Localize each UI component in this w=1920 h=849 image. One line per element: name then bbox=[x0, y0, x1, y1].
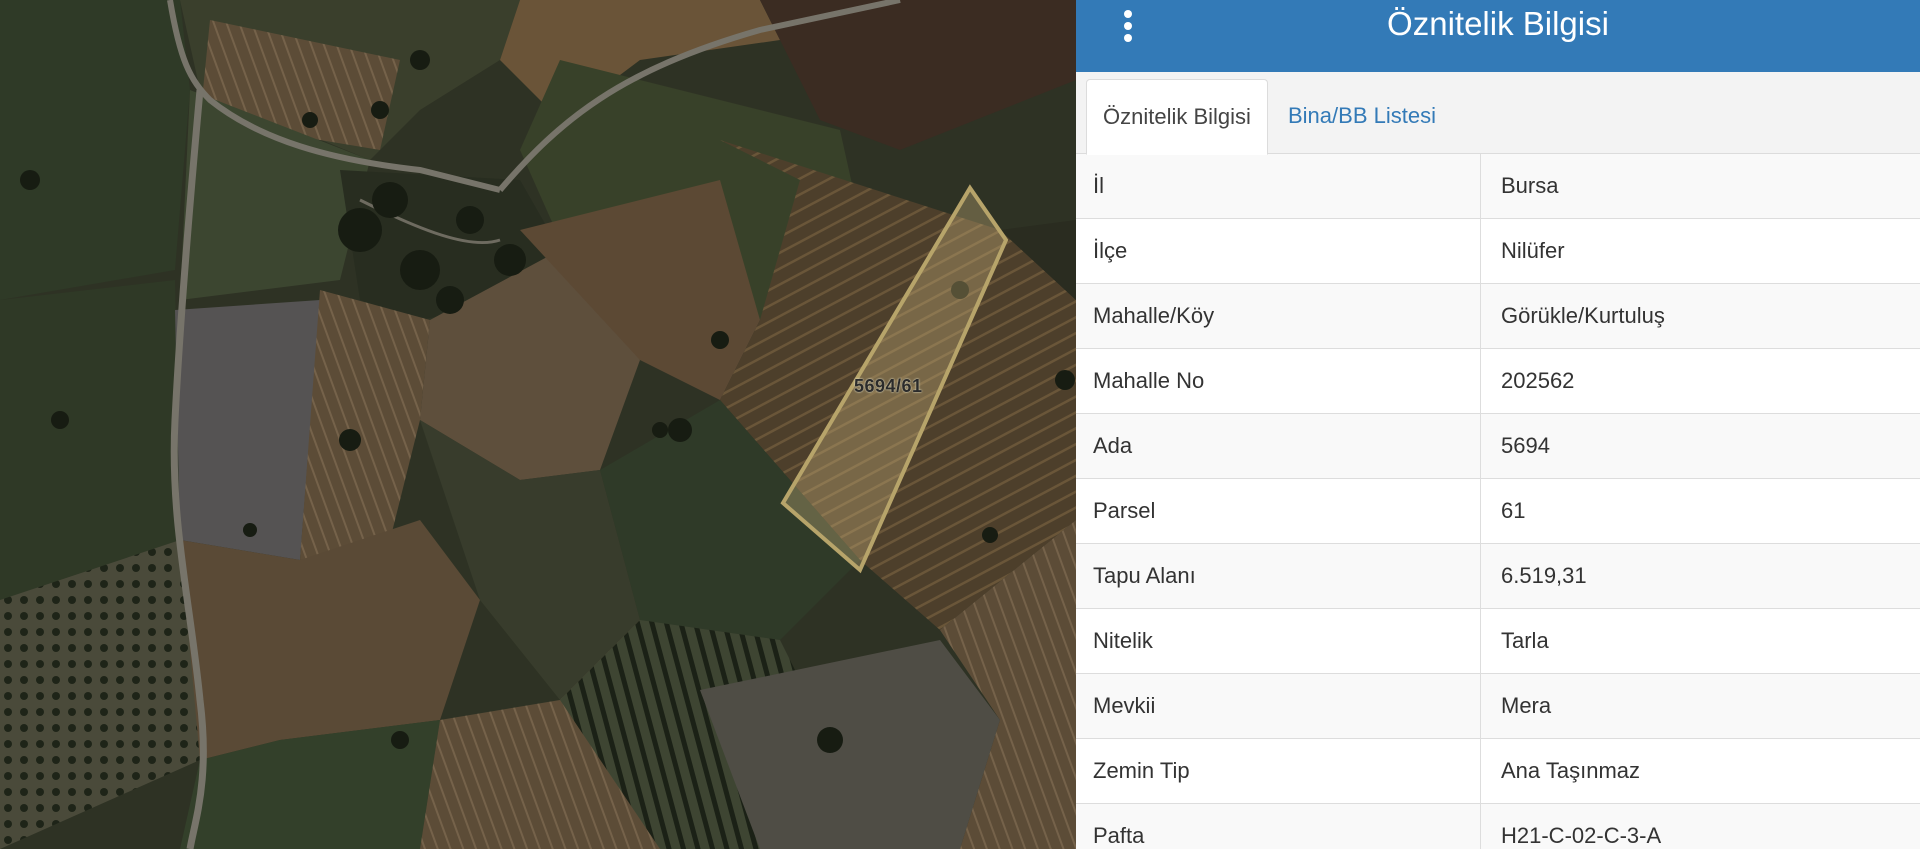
attribute-value: Ana Taşınmaz bbox=[1480, 738, 1920, 804]
attribute-value: Nilüfer bbox=[1480, 218, 1920, 284]
attribute-value: Görükle/Kurtuluş bbox=[1480, 283, 1920, 349]
attribute-value: 6.519,31 bbox=[1480, 543, 1920, 609]
attribute-value: 202562 bbox=[1480, 348, 1920, 414]
tab-bar: Öznitelik Bilgisi Bina/BB Listesi bbox=[1076, 72, 1920, 155]
panel-header: Öznitelik Bilgisi bbox=[1076, 0, 1920, 72]
table-row: Mahalle No 202562 bbox=[1076, 348, 1920, 414]
table-row: Tapu Alanı 6.519,31 bbox=[1076, 543, 1920, 609]
attribute-key: Pafta bbox=[1076, 803, 1481, 849]
attribute-value: Mera bbox=[1480, 673, 1920, 739]
attribute-key: Mahalle No bbox=[1076, 348, 1481, 414]
panel-title: Öznitelik Bilgisi bbox=[1387, 5, 1609, 42]
table-row: Pafta H21-C-02-C-3-A bbox=[1076, 803, 1920, 849]
attribute-value: Bursa bbox=[1480, 154, 1920, 219]
attribute-value: 61 bbox=[1480, 478, 1920, 544]
table-row: Ada 5694 bbox=[1076, 413, 1920, 479]
tab-building-list[interactable]: Bina/BB Listesi bbox=[1272, 79, 1452, 152]
attribute-panel: Öznitelik Bilgisi Öznitelik Bilgisi Bina… bbox=[1076, 0, 1920, 849]
table-row: Mahalle/Köy Görükle/Kurtuluş bbox=[1076, 283, 1920, 349]
attribute-key: Zemin Tip bbox=[1076, 738, 1481, 804]
attribute-key: Tapu Alanı bbox=[1076, 543, 1481, 609]
table-row: Nitelik Tarla bbox=[1076, 608, 1920, 674]
table-row: İlçe Nilüfer bbox=[1076, 218, 1920, 284]
attribute-value: Tarla bbox=[1480, 608, 1920, 674]
table-row: Zemin Tip Ana Taşınmaz bbox=[1076, 738, 1920, 804]
satellite-map[interactable]: 5694/61 bbox=[0, 0, 1076, 849]
attribute-key: Mahalle/Köy bbox=[1076, 283, 1481, 349]
attribute-key: Mevkii bbox=[1076, 673, 1481, 739]
attribute-key: İl bbox=[1076, 154, 1481, 219]
attribute-table: İl Bursa İlçe Nilüfer Mahalle/Köy Görükle/K… bbox=[1076, 154, 1920, 849]
table-row: İl Bursa bbox=[1076, 154, 1920, 219]
attribute-value: 5694 bbox=[1480, 413, 1920, 479]
parcel-label: 5694/61 bbox=[854, 376, 923, 396]
attribute-key: Parsel bbox=[1076, 478, 1481, 544]
satellite-imagery bbox=[0, 0, 1076, 849]
table-row: Mevkii Mera bbox=[1076, 673, 1920, 739]
attribute-key: İlçe bbox=[1076, 218, 1481, 284]
attribute-key: Ada bbox=[1076, 413, 1481, 479]
attribute-value: H21-C-02-C-3-A bbox=[1480, 803, 1920, 849]
attribute-key: Nitelik bbox=[1076, 608, 1481, 674]
tab-attribute-info[interactable]: Öznitelik Bilgisi bbox=[1086, 79, 1268, 155]
table-row: Parsel 61 bbox=[1076, 478, 1920, 544]
